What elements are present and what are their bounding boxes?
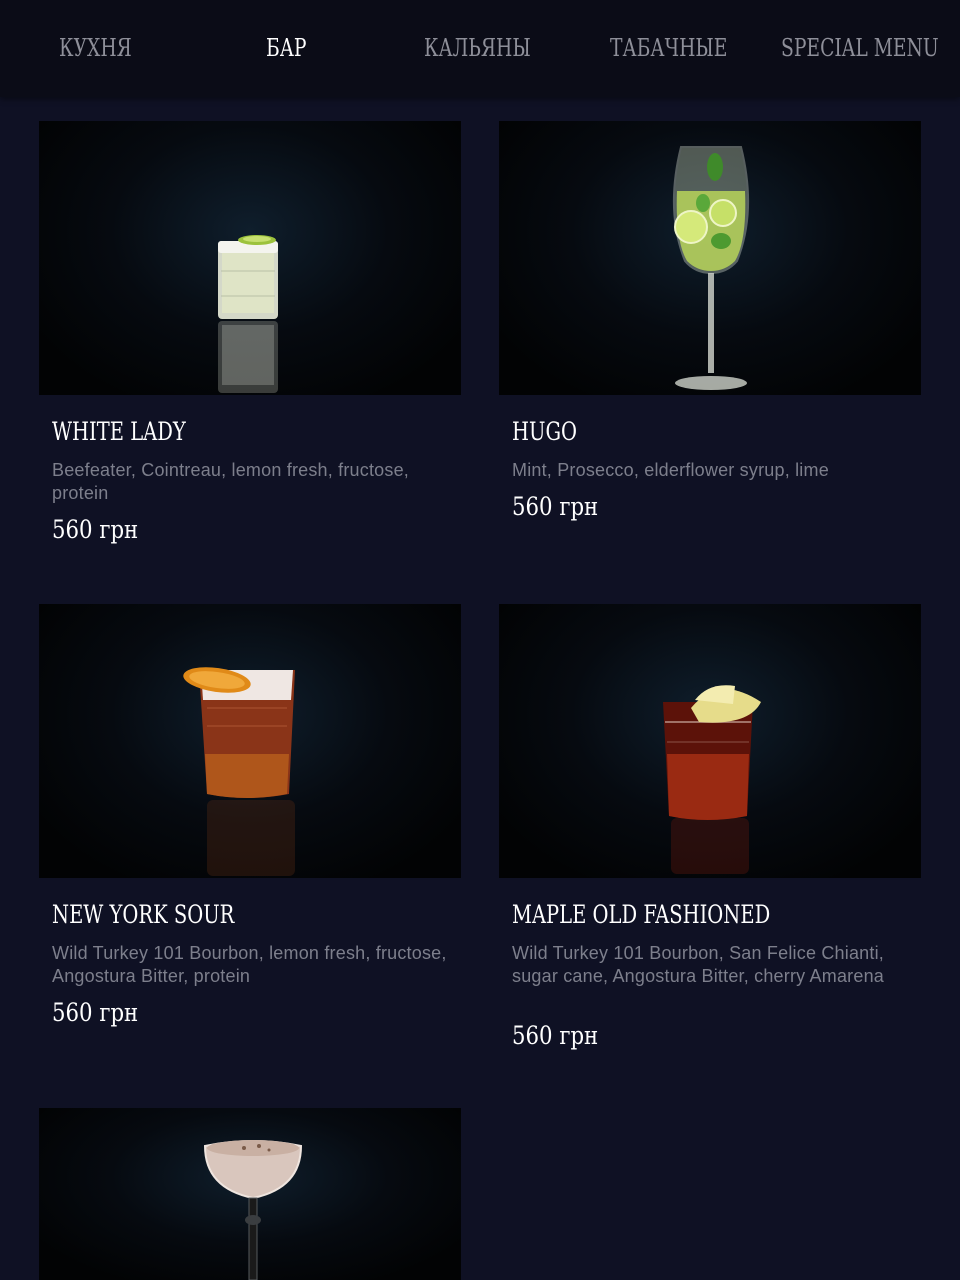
tab-hookahs[interactable]: КАЛЬЯНЫ <box>424 28 531 68</box>
tab-bar[interactable]: БАР <box>266 28 307 68</box>
category-nav: КУХНЯ БАР КАЛЬЯНЫ ТАБАЧНЫЕ SPECIAL MENU <box>0 0 960 97</box>
menu-item-card[interactable]: WHITE LADY Beefeater, Cointreau, lemon f… <box>39 121 461 561</box>
item-price: 560 грн <box>512 1021 599 1050</box>
tab-kitchen[interactable]: КУХНЯ <box>59 28 132 68</box>
item-price: 560 грн <box>52 515 139 544</box>
item-name: NEW YORK SOUR <box>52 900 235 929</box>
cocktail-photo-coupe <box>39 1108 461 1280</box>
cocktail-photo-maple-old-fashioned <box>499 604 921 878</box>
tab-special-menu[interactable]: SPECIAL MENU <box>781 28 939 68</box>
item-description: Beefeater, Cointreau, lemon fresh, fruct… <box>52 460 409 503</box>
cocktail-photo-new-york-sour <box>39 604 461 878</box>
item-price: 560 грн <box>512 492 599 521</box>
item-description: Wild Turkey 101 Bourbon, San Felice Chia… <box>512 943 884 986</box>
menu-item-card[interactable] <box>39 1108 461 1280</box>
menu-item-card[interactable]: NEW YORK SOUR Wild Turkey 101 Bourbon, l… <box>39 604 461 1044</box>
item-description: Mint, Prosecco, elderflower syrup, lime <box>512 460 829 480</box>
tab-tobacco[interactable]: ТАБАЧНЫЕ <box>610 28 727 68</box>
item-price: 560 грн <box>52 998 139 1027</box>
cocktail-photo-hugo <box>499 121 921 395</box>
cocktail-photo-white-lady <box>39 121 461 395</box>
item-name: MAPLE OLD FASHIONED <box>512 900 771 929</box>
menu-item-card[interactable]: HUGO Mint, Prosecco, elderflower syrup, … <box>499 121 921 561</box>
item-description: Wild Turkey 101 Bourbon, lemon fresh, fr… <box>52 943 447 986</box>
item-name: WHITE LADY <box>52 417 186 446</box>
item-name: HUGO <box>512 417 578 446</box>
menu-item-card[interactable]: MAPLE OLD FASHIONED Wild Turkey 101 Bour… <box>499 604 921 1064</box>
